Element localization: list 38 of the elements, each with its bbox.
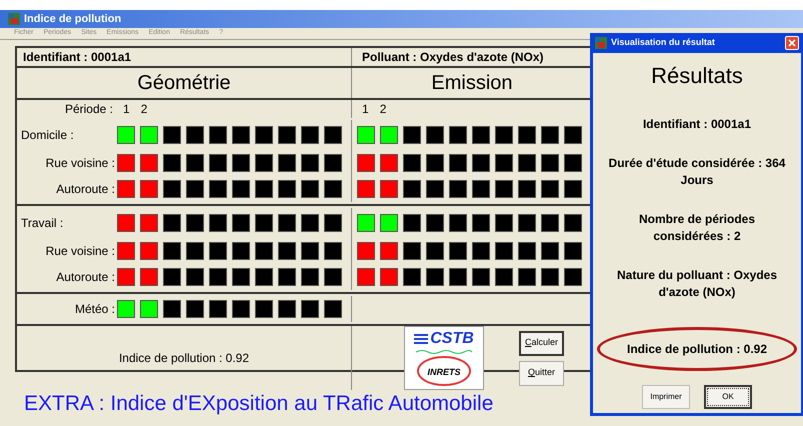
row-label: Rue voisine : (46, 244, 115, 258)
identifier-label: Identifiant : 0001a1 (23, 49, 132, 66)
footer-title: EXTRA : Indice d'EXposition au TRafic Automobile (24, 392, 494, 415)
period-number: 2 (380, 101, 386, 118)
app-icon (595, 37, 607, 49)
period-label: Période : (64, 101, 114, 118)
dialog-button[interactable]: Imprimer (642, 385, 690, 409)
close-button[interactable] (785, 36, 799, 50)
period-number: 1 (362, 101, 369, 118)
action-button[interactable]: Calculer (519, 330, 564, 356)
result-line: Nombre de périodes considérées : 2 (638, 211, 756, 245)
pollution-index: Indice de pollution : 0.92 (118, 350, 250, 367)
dialog-heading: Résultats (651, 62, 743, 90)
result-line: Durée d'étude considérée : 364 Jours (608, 155, 786, 189)
period-number: 2 (140, 101, 148, 118)
row-label: Autoroute : (56, 182, 115, 196)
result-line: Identifiant : 0001a1 (642, 116, 752, 133)
section-title: Géométrie (137, 71, 231, 96)
oval-logo: INRETS (417, 356, 470, 386)
dialog-title: Visualisation du résultat (611, 36, 716, 50)
result-line: Nature du polluant : Oxydes d'azote (NOx) (616, 267, 778, 301)
row-label: Autoroute : (56, 270, 115, 284)
result-index: Indice de pollution : 0.92 (626, 341, 767, 358)
row-label: Domicile : (21, 128, 74, 142)
stripes-icon (414, 334, 428, 344)
row-label: Météo : (74, 302, 115, 316)
close-icon (788, 39, 796, 47)
pollutant-label: Polluant : Oxydes d'azote (NOx) (362, 49, 544, 66)
row-label: Rue voisine : (46, 156, 115, 170)
section-title: Emission (431, 71, 513, 96)
scribble-icon (414, 348, 474, 354)
period-number: 1 (123, 101, 130, 118)
dialog-button[interactable]: OK (704, 385, 752, 409)
row-label: Travail : (21, 216, 64, 230)
action-button[interactable]: Quitter (519, 360, 564, 386)
app-icon (8, 13, 20, 25)
window-title: Indice de pollution (24, 12, 122, 27)
logo-text: CSTB (430, 330, 474, 346)
